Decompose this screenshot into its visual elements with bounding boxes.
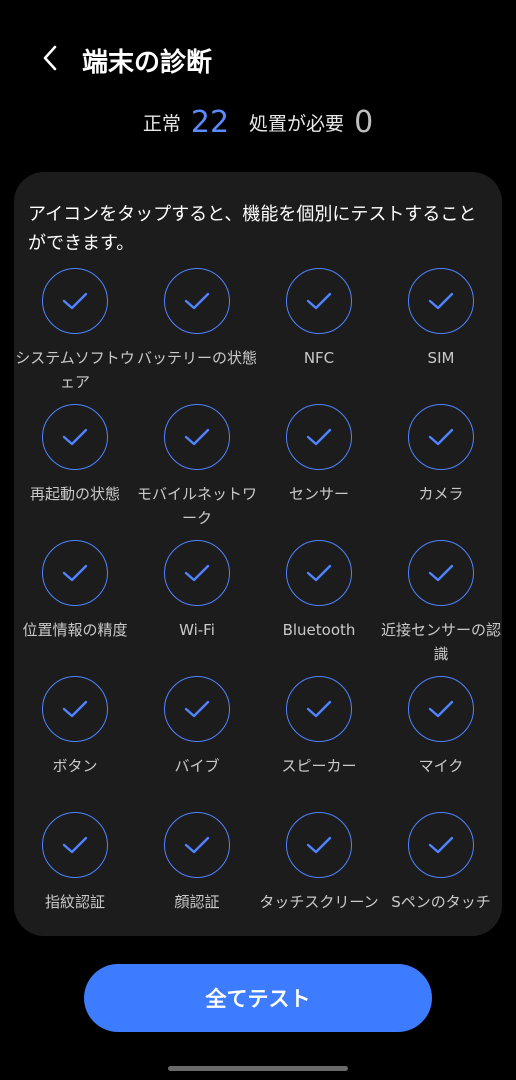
needs-action-count: 0 [354,104,374,140]
status-check-circle[interactable] [286,268,352,334]
status-check-circle[interactable] [286,404,352,470]
diagnostic-item-label: カメラ [418,485,464,503]
status-check-circle[interactable] [286,676,352,742]
header: 端末の診断 [0,36,516,82]
diagnostic-item-label: 位置情報の精度 [22,621,128,639]
diagnostic-item-label: Wi-Fi [179,621,215,639]
status-check-circle[interactable] [164,676,230,742]
checkmark-icon [428,836,454,854]
status-check-circle[interactable] [164,812,230,878]
diagnostic-item-label: 指紋認証 [44,893,105,911]
diagnostic-item[interactable]: 指紋認証 [14,812,136,936]
status-check-circle[interactable] [164,268,230,334]
needs-action-label: 処置が必要 [249,112,345,135]
diagnostic-item-label: NFC [303,349,335,367]
checkmark-icon [62,428,88,446]
diagnostic-item-label: バイブ [174,757,220,775]
status-check-circle[interactable] [286,540,352,606]
home-indicator [168,1066,348,1071]
diagnostic-item-label: タッチスクリーン [259,893,379,911]
checkmark-icon [184,836,210,854]
diagnostic-item-label: 顔認証 [174,893,220,911]
checkmark-icon [184,428,210,446]
checkmark-icon [306,700,332,718]
diagnostic-item-label: バッテリーの状態 [137,349,258,367]
diagnostic-item-label: マイク [418,757,464,775]
diagnostic-item-label: Bluetooth [282,621,356,639]
diagnostic-item-label: モバイルネットワーク [137,485,258,527]
checkmark-icon [306,292,332,310]
test-all-button[interactable]: 全てテスト [84,964,432,1032]
diagnostic-item-label: SIM [427,349,455,367]
diagnostic-item[interactable]: バイブ [136,676,258,812]
checkmark-icon [428,700,454,718]
status-check-circle[interactable] [164,404,230,470]
diagnostic-item-label: 再起動の状態 [29,485,120,503]
diagnostic-item-label: 近接センサーの認識 [381,621,502,663]
status-check-circle[interactable] [408,268,474,334]
checkmark-icon [184,564,210,582]
checkmark-icon [62,700,88,718]
diagnostic-item-label: Sペンのタッチ [391,893,491,911]
diagnostic-item[interactable]: カメラ [380,404,502,540]
diagnostic-item-label: システムソフトウェア [15,349,135,391]
normal-count: 22 [190,104,230,140]
checkmark-icon [428,564,454,582]
diagnostics-card: アイコンをタップすると、機能を個別にテストすることができます。 システムソフトウ… [14,172,502,936]
status-check-circle[interactable] [164,540,230,606]
checkmark-icon [428,428,454,446]
checkmark-icon [62,836,88,854]
diagnostic-item[interactable]: 近接センサーの認識 [380,540,502,676]
checkmark-icon [306,564,332,582]
diagnostic-item[interactable]: NFC [258,268,380,404]
status-check-circle[interactable] [408,404,474,470]
diagnostic-item[interactable]: バッテリーの状態 [136,268,258,404]
checkmark-icon [306,836,332,854]
status-check-circle[interactable] [42,404,108,470]
diagnostic-item-label: ボタン [52,757,98,775]
checkmark-icon [184,292,210,310]
status-check-circle[interactable] [286,812,352,878]
checkmark-icon [184,700,210,718]
chevron-left-icon [43,45,57,71]
status-check-circle[interactable] [42,540,108,606]
page-title: 端末の診断 [82,48,213,78]
diagnostic-item-label: センサー [288,485,349,503]
diagnostic-item[interactable]: 顔認証 [136,812,258,936]
checkmark-icon [428,292,454,310]
diagnostic-item-label: スピーカー [281,757,357,775]
diagnostic-item[interactable]: センサー [258,404,380,540]
diagnostic-item[interactable]: Wi-Fi [136,540,258,676]
diagnostic-item[interactable]: Bluetooth [258,540,380,676]
checkmark-icon [62,564,88,582]
status-check-circle[interactable] [408,540,474,606]
normal-label: 正常 [142,112,181,135]
diagnostic-item[interactable]: モバイルネットワーク [136,404,258,540]
diagnostic-item[interactable]: システムソフトウェア [14,268,136,404]
instructions-text: アイコンをタップすると、機能を個別にテストすることができます。 [28,204,477,254]
diagnostic-item[interactable]: タッチスクリーン [258,812,380,936]
diagnostic-item[interactable]: スピーカー [258,676,380,812]
diagnostic-item[interactable]: 再起動の状態 [14,404,136,540]
status-check-circle[interactable] [408,812,474,878]
diagnostic-item[interactable]: Sペンのタッチ [380,812,502,936]
checkmark-icon [62,292,88,310]
diagnostic-item[interactable]: 位置情報の精度 [14,540,136,676]
diagnostic-item[interactable]: マイク [380,676,502,812]
status-check-circle[interactable] [42,676,108,742]
summary-bar: 正常 22 処置が必要 0 [0,100,516,144]
status-check-circle[interactable] [42,268,108,334]
status-check-circle[interactable] [42,812,108,878]
back-button[interactable] [30,38,70,78]
diagnostic-item[interactable]: ボタン [14,676,136,812]
checkmark-icon [306,428,332,446]
diagnostic-item[interactable]: SIM [380,268,502,404]
status-check-circle[interactable] [408,676,474,742]
